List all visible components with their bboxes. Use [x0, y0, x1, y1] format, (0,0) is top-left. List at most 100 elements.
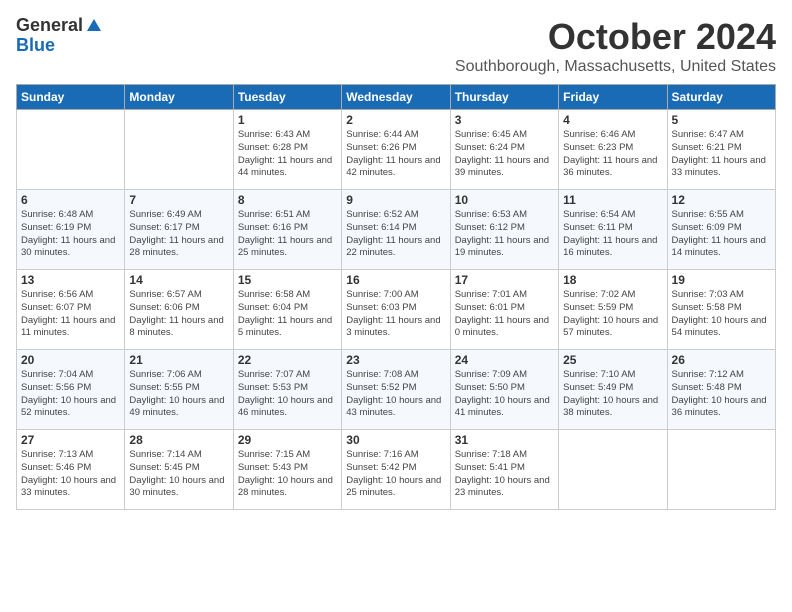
day-info: Sunrise: 7:07 AM Sunset: 5:53 PM Dayligh… — [238, 369, 337, 420]
day-info: Sunrise: 7:08 AM Sunset: 5:52 PM Dayligh… — [346, 369, 445, 420]
month-title: October 2024 — [455, 16, 776, 58]
day-cell: 18 Sunrise: 7:02 AM Sunset: 5:59 PM Dayli… — [559, 270, 667, 350]
day-number: 17 — [455, 273, 554, 287]
day-info: Sunrise: 7:10 AM Sunset: 5:49 PM Dayligh… — [563, 369, 662, 420]
day-cell: 3Sunrise: 6:45 AM Sunset: 6:24 PM Daylig… — [450, 110, 558, 190]
day-number: 28 — [129, 433, 228, 447]
day-cell: 29Sunrise: 7:15 AM Sunset: 5:43 PM Dayli… — [233, 430, 341, 510]
day-info: Sunrise: 6:47 AM Sunset: 6:21 PM Dayligh… — [672, 129, 771, 180]
day-info: Sunrise: 7:01 AM Sunset: 6:01 PM Dayligh… — [455, 289, 554, 340]
calendar-table: SundayMondayTuesdayWednesdayThursdayFrid… — [16, 84, 776, 510]
day-cell: 12 Sunrise: 6:55 AM Sunset: 6:09 PM Dayli… — [667, 190, 775, 270]
col-header-wednesday: Wednesday — [342, 85, 450, 110]
day-info: Sunrise: 7:00 AM Sunset: 6:03 PM Dayligh… — [346, 289, 445, 340]
day-number: 30 — [346, 433, 445, 447]
day-cell: 23 Sunrise: 7:08 AM Sunset: 5:52 PM Dayli… — [342, 350, 450, 430]
day-cell — [17, 110, 125, 190]
col-header-sunday: Sunday — [17, 85, 125, 110]
day-cell — [125, 110, 233, 190]
day-number: 23 — [346, 353, 445, 367]
day-cell: 20 Sunrise: 7:04 AM Sunset: 5:56 PM Dayli… — [17, 350, 125, 430]
day-cell: 22 Sunrise: 7:07 AM Sunset: 5:53 PM Dayli… — [233, 350, 341, 430]
day-info: Sunrise: 7:18 AM Sunset: 5:41 PM Dayligh… — [455, 449, 554, 500]
day-number: 31 — [455, 433, 554, 447]
day-cell: 30 Sunrise: 7:16 AM Sunset: 5:42 PM Dayli… — [342, 430, 450, 510]
week-row-4: 20 Sunrise: 7:04 AM Sunset: 5:56 PM Dayli… — [17, 350, 776, 430]
day-info: Sunrise: 7:09 AM Sunset: 5:50 PM Dayligh… — [455, 369, 554, 420]
day-info: Sunrise: 7:16 AM Sunset: 5:42 PM Dayligh… — [346, 449, 445, 500]
day-cell: 17 Sunrise: 7:01 AM Sunset: 6:01 PM Dayli… — [450, 270, 558, 350]
day-number: 9 — [346, 193, 445, 207]
day-cell: 6 Sunrise: 6:48 AM Sunset: 6:19 PM Daylig… — [17, 190, 125, 270]
day-number: 16 — [346, 273, 445, 287]
col-header-thursday: Thursday — [450, 85, 558, 110]
day-info: Sunrise: 6:44 AM Sunset: 6:26 PM Dayligh… — [346, 129, 445, 180]
day-info: Sunrise: 7:04 AM Sunset: 5:56 PM Dayligh… — [21, 369, 120, 420]
day-info: Sunrise: 7:02 AM Sunset: 5:59 PM Dayligh… — [563, 289, 662, 340]
day-cell: 8Sunrise: 6:51 AM Sunset: 6:16 PM Daylig… — [233, 190, 341, 270]
day-info: Sunrise: 7:03 AM Sunset: 5:58 PM Dayligh… — [672, 289, 771, 340]
day-number: 1 — [238, 113, 337, 127]
week-row-3: 13 Sunrise: 6:56 AM Sunset: 6:07 PM Dayli… — [17, 270, 776, 350]
day-info: Sunrise: 6:48 AM Sunset: 6:19 PM Dayligh… — [21, 209, 120, 260]
week-row-2: 6 Sunrise: 6:48 AM Sunset: 6:19 PM Daylig… — [17, 190, 776, 270]
day-cell: 25 Sunrise: 7:10 AM Sunset: 5:49 PM Dayli… — [559, 350, 667, 430]
day-cell: 10 Sunrise: 6:53 AM Sunset: 6:12 PM Dayli… — [450, 190, 558, 270]
day-number: 18 — [563, 273, 662, 287]
day-number: 13 — [21, 273, 120, 287]
day-cell: 2 Sunrise: 6:44 AM Sunset: 6:26 PM Daylig… — [342, 110, 450, 190]
day-number: 6 — [21, 193, 120, 207]
location-title: Southborough, Massachusetts, United Stat… — [455, 58, 776, 76]
col-header-tuesday: Tuesday — [233, 85, 341, 110]
title-area: October 2024 Southborough, Massachusetts… — [455, 16, 776, 76]
day-number: 2 — [346, 113, 445, 127]
day-info: Sunrise: 6:54 AM Sunset: 6:11 PM Dayligh… — [563, 209, 662, 260]
day-cell: 24 Sunrise: 7:09 AM Sunset: 5:50 PM Dayli… — [450, 350, 558, 430]
day-cell: 11Sunrise: 6:54 AM Sunset: 6:11 PM Dayli… — [559, 190, 667, 270]
day-number: 4 — [563, 113, 662, 127]
day-cell: 26 Sunrise: 7:12 AM Sunset: 5:48 PM Dayli… — [667, 350, 775, 430]
day-info: Sunrise: 7:06 AM Sunset: 5:55 PM Dayligh… — [129, 369, 228, 420]
logo: General Blue — [16, 16, 103, 56]
logo-general: General — [16, 16, 83, 36]
day-cell: 27Sunrise: 7:13 AM Sunset: 5:46 PM Dayli… — [17, 430, 125, 510]
day-cell: 19 Sunrise: 7:03 AM Sunset: 5:58 PM Dayli… — [667, 270, 775, 350]
day-number: 19 — [672, 273, 771, 287]
day-cell: 9Sunrise: 6:52 AM Sunset: 6:14 PM Daylig… — [342, 190, 450, 270]
day-info: Sunrise: 6:56 AM Sunset: 6:07 PM Dayligh… — [21, 289, 120, 340]
day-number: 27 — [21, 433, 120, 447]
day-cell — [559, 430, 667, 510]
day-number: 26 — [672, 353, 771, 367]
day-number: 10 — [455, 193, 554, 207]
day-number: 7 — [129, 193, 228, 207]
day-number: 29 — [238, 433, 337, 447]
day-cell — [667, 430, 775, 510]
week-row-5: 27Sunrise: 7:13 AM Sunset: 5:46 PM Dayli… — [17, 430, 776, 510]
day-number: 15 — [238, 273, 337, 287]
day-cell: 28Sunrise: 7:14 AM Sunset: 5:45 PM Dayli… — [125, 430, 233, 510]
day-info: Sunrise: 6:46 AM Sunset: 6:23 PM Dayligh… — [563, 129, 662, 180]
day-number: 12 — [672, 193, 771, 207]
day-info: Sunrise: 6:55 AM Sunset: 6:09 PM Dayligh… — [672, 209, 771, 260]
day-info: Sunrise: 6:58 AM Sunset: 6:04 PM Dayligh… — [238, 289, 337, 340]
col-header-saturday: Saturday — [667, 85, 775, 110]
day-info: Sunrise: 7:12 AM Sunset: 5:48 PM Dayligh… — [672, 369, 771, 420]
day-number: 20 — [21, 353, 120, 367]
day-cell: 31 Sunrise: 7:18 AM Sunset: 5:41 PM Dayli… — [450, 430, 558, 510]
day-cell: 1Sunrise: 6:43 AM Sunset: 6:28 PM Daylig… — [233, 110, 341, 190]
day-number: 24 — [455, 353, 554, 367]
day-info: Sunrise: 6:53 AM Sunset: 6:12 PM Dayligh… — [455, 209, 554, 260]
header-row: SundayMondayTuesdayWednesdayThursdayFrid… — [17, 85, 776, 110]
day-number: 3 — [455, 113, 554, 127]
week-row-1: 1Sunrise: 6:43 AM Sunset: 6:28 PM Daylig… — [17, 110, 776, 190]
day-number: 22 — [238, 353, 337, 367]
day-number: 21 — [129, 353, 228, 367]
day-info: Sunrise: 6:57 AM Sunset: 6:06 PM Dayligh… — [129, 289, 228, 340]
day-number: 5 — [672, 113, 771, 127]
header: General Blue October 2024 Southborough, … — [16, 16, 776, 76]
day-cell: 16 Sunrise: 7:00 AM Sunset: 6:03 PM Dayli… — [342, 270, 450, 350]
day-number: 8 — [238, 193, 337, 207]
day-cell: 4 Sunrise: 6:46 AM Sunset: 6:23 PM Daylig… — [559, 110, 667, 190]
col-header-monday: Monday — [125, 85, 233, 110]
day-number: 25 — [563, 353, 662, 367]
